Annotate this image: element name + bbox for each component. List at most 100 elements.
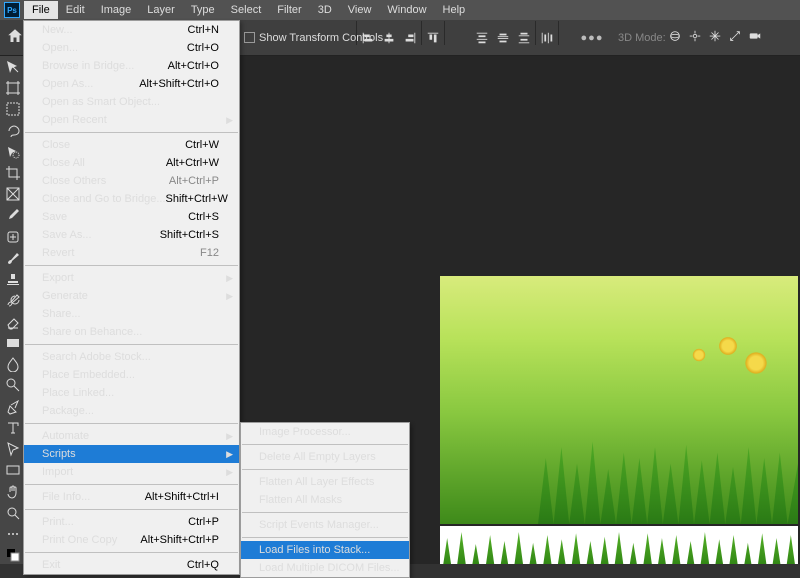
3d-mode-icons <box>668 29 762 46</box>
menubar-item-image[interactable]: Image <box>93 1 140 19</box>
distribute-top-icon[interactable] <box>472 21 492 55</box>
align-right-icon[interactable] <box>400 21 420 55</box>
tool-rectangle[interactable] <box>2 462 24 479</box>
align-left-icon[interactable] <box>358 21 378 55</box>
tool-eyedropper[interactable] <box>2 207 24 224</box>
file-menu-item-separator <box>25 265 238 266</box>
move-3d-icon[interactable] <box>708 29 722 46</box>
menubar-item-filter[interactable]: Filter <box>269 1 309 19</box>
file-menu-item-revert: RevertF12 <box>24 244 239 262</box>
menu-item-label: Share... <box>42 308 81 320</box>
scripts-menu-item-script-events-manager[interactable]: Script Events Manager... <box>241 516 409 534</box>
pan-icon[interactable] <box>688 29 702 46</box>
tool-type[interactable] <box>2 419 24 436</box>
align-center-h-icon[interactable] <box>379 21 399 55</box>
scripts-menu-item-flatten-all-layer-effects[interactable]: Flatten All Layer Effects <box>241 473 409 491</box>
home-icon[interactable] <box>6 27 24 48</box>
file-menu-item-new[interactable]: New...Ctrl+N <box>24 21 239 39</box>
tool-blur[interactable] <box>2 356 24 373</box>
tool-path-select[interactable] <box>2 441 24 458</box>
menubar-item-select[interactable]: Select <box>223 1 270 19</box>
menu-item-label: Delete All Empty Layers <box>259 451 376 463</box>
menubar-item-edit[interactable]: Edit <box>58 1 93 19</box>
menubar-item-3d[interactable]: 3D <box>310 1 340 19</box>
tool-frame[interactable] <box>2 186 24 203</box>
tool-crop[interactable] <box>2 164 24 181</box>
file-menu-item-close[interactable]: CloseCtrl+W <box>24 136 239 154</box>
menu-shortcut: Shift+Ctrl+W <box>166 193 228 205</box>
file-menu-item-open-recent[interactable]: Open Recent▶ <box>24 111 239 129</box>
file-menu-item-close-all[interactable]: Close AllAlt+Ctrl+W <box>24 154 239 172</box>
file-menu-item-scripts[interactable]: Scripts▶ <box>24 445 239 463</box>
menu-shortcut: Shift+Ctrl+S <box>160 229 219 241</box>
tool-healing[interactable] <box>2 228 24 245</box>
scripts-menu-item-delete-all-empty-layers[interactable]: Delete All Empty Layers <box>241 448 409 466</box>
menu-item-label: Print... <box>42 516 74 528</box>
menu-item-label: Share on Behance... <box>42 326 142 338</box>
tool-zoom[interactable] <box>2 504 24 521</box>
tool-gradient[interactable] <box>2 334 24 351</box>
file-menu-item-print[interactable]: Print... Ctrl+P <box>24 513 239 531</box>
distribute-vcenter-icon[interactable] <box>493 21 513 55</box>
scale-3d-icon[interactable] <box>728 29 742 46</box>
more-options-icon[interactable]: ●●● <box>582 21 602 55</box>
scripts-menu-item-image-processor[interactable]: Image Processor... <box>241 423 409 441</box>
menu-shortcut: Ctrl+S <box>188 211 219 223</box>
file-menu-item-print-one-copy[interactable]: Print One CopyAlt+Shift+Ctrl+P <box>24 531 239 549</box>
tool-fg-bg[interactable] <box>2 547 24 564</box>
file-menu-item-open-as-smart-object[interactable]: Open as Smart Object... <box>24 93 239 111</box>
menubar-item-view[interactable]: View <box>340 1 380 19</box>
file-menu-item-close-and-go-to-bridge[interactable]: Close and Go to Bridge...Shift+Ctrl+W <box>24 190 239 208</box>
distribute-bottom-icon[interactable] <box>514 21 534 55</box>
canvas-image-daffodils[interactable] <box>440 276 798 524</box>
file-menu-item-export[interactable]: Export▶ <box>24 269 239 287</box>
file-menu-item-exit[interactable]: ExitCtrl+Q <box>24 556 239 574</box>
file-menu-item-search-adobe-stock[interactable]: Search Adobe Stock... <box>24 348 239 366</box>
file-menu-item-place-linked[interactable]: Place Linked... <box>24 384 239 402</box>
tool-hand[interactable] <box>2 483 24 500</box>
tool-move[interactable] <box>2 58 24 75</box>
file-menu-item-import[interactable]: Import▶ <box>24 463 239 481</box>
menu-item-label: Export <box>42 272 74 284</box>
menubar-item-help[interactable]: Help <box>435 1 474 19</box>
file-menu-item-place-embedded[interactable]: Place Embedded... <box>24 366 239 384</box>
file-menu-item-automate[interactable]: Automate▶ <box>24 427 239 445</box>
menu-shortcut: Alt+Ctrl+W <box>166 157 219 169</box>
align-top-icon[interactable] <box>423 21 443 55</box>
scripts-menu-item-load-multiple-dicom-files[interactable]: Load Multiple DICOM Files... <box>241 559 409 577</box>
scripts-menu-item-load-files-into-stack[interactable]: Load Files into Stack... <box>241 541 409 559</box>
tool-pen[interactable] <box>2 398 24 415</box>
canvas-image-grass[interactable] <box>440 526 798 564</box>
file-menu-item-share-on-behance[interactable]: Share on Behance... <box>24 323 239 341</box>
file-menu-item-file-info[interactable]: File Info...Alt+Shift+Ctrl+I <box>24 488 239 506</box>
menubar: Ps FileEditImageLayerTypeSelectFilter3DV… <box>0 0 800 20</box>
tool-artboard[interactable] <box>2 79 24 96</box>
menu-item-label: Flatten All Layer Effects <box>259 476 374 488</box>
file-menu-item-save[interactable]: SaveCtrl+S <box>24 208 239 226</box>
menubar-item-type[interactable]: Type <box>183 1 223 19</box>
menu-shortcut: Ctrl+P <box>188 516 219 528</box>
menubar-item-file[interactable]: File <box>24 1 58 19</box>
tool-edit-toolbar[interactable] <box>2 526 24 543</box>
file-menu-item-generate[interactable]: Generate▶ <box>24 287 239 305</box>
tool-brush[interactable] <box>2 249 24 266</box>
tool-lasso[interactable] <box>2 122 24 139</box>
file-menu-item-open-as[interactable]: Open As...Alt+Shift+Ctrl+O <box>24 75 239 93</box>
tool-marquee[interactable] <box>2 101 24 118</box>
file-menu-item-share[interactable]: Share... <box>24 305 239 323</box>
file-menu-item-browse-in-bridge[interactable]: Browse in Bridge...Alt+Ctrl+O <box>24 57 239 75</box>
menubar-item-layer[interactable]: Layer <box>139 1 183 19</box>
tool-dodge[interactable] <box>2 377 24 394</box>
file-menu-item-save-as[interactable]: Save As... Shift+Ctrl+S <box>24 226 239 244</box>
tool-quick-select[interactable] <box>2 143 24 160</box>
menu-item-label: Save As... <box>42 229 92 241</box>
tool-stamp[interactable] <box>2 271 24 288</box>
scripts-menu-item-flatten-all-masks[interactable]: Flatten All Masks <box>241 491 409 509</box>
distribute-left-icon[interactable] <box>537 21 557 55</box>
tool-history-brush[interactable] <box>2 292 24 309</box>
file-menu-item-open[interactable]: Open...Ctrl+O <box>24 39 239 57</box>
tool-eraser[interactable] <box>2 313 24 330</box>
camera-icon[interactable] <box>748 29 762 46</box>
orbit-icon[interactable] <box>668 29 682 46</box>
menubar-item-window[interactable]: Window <box>379 1 434 19</box>
